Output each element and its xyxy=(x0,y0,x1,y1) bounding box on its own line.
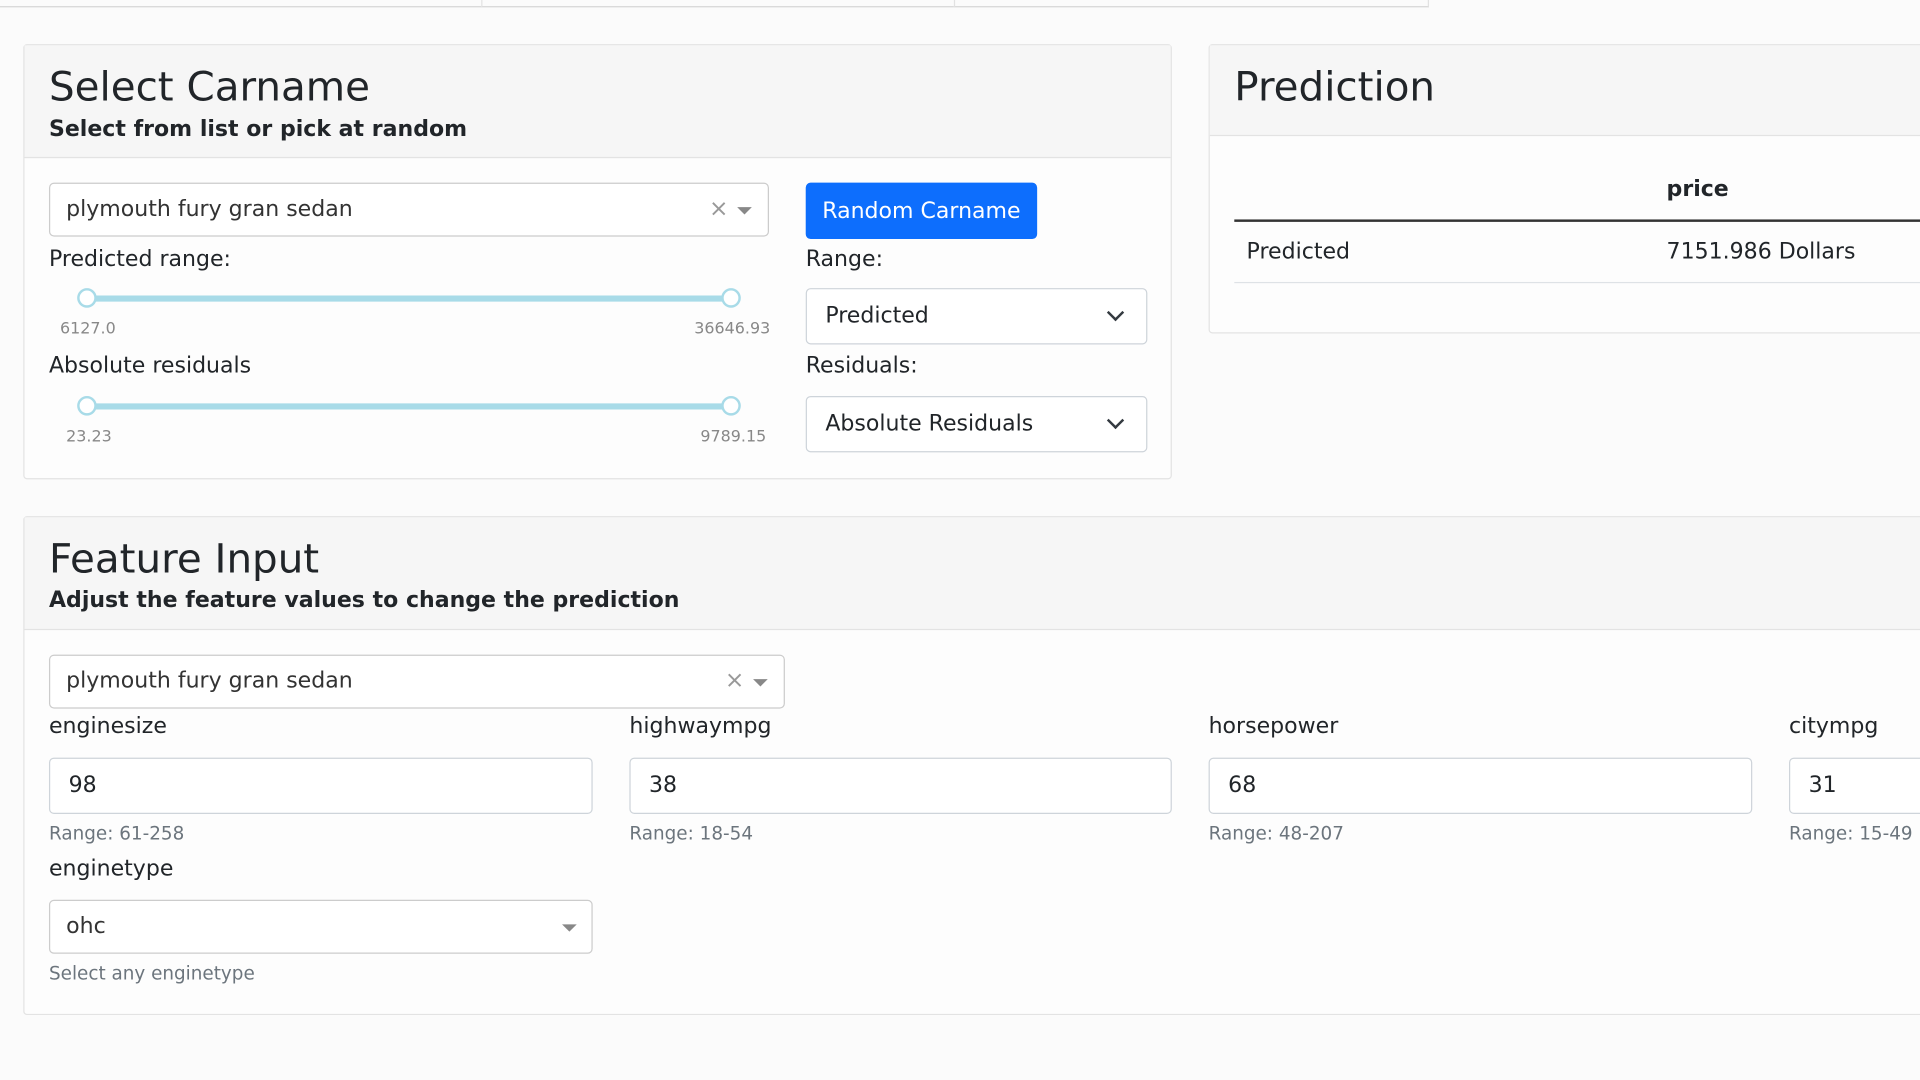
carname-dropdown[interactable]: plymouth fury gran sedan × xyxy=(48,182,769,237)
slider-track[interactable] xyxy=(86,403,732,410)
card-title: Feature Input xyxy=(48,534,320,583)
random-carname-button[interactable]: Random Carname xyxy=(805,182,1038,240)
table-cell-value: 7151.986 Dollars xyxy=(1666,239,1856,265)
slider-handle-max[interactable] xyxy=(721,395,741,416)
horsepower-value: 68 xyxy=(1228,772,1257,799)
slider-handle-min[interactable] xyxy=(77,288,97,308)
enginetype-hint: Select any enginetype xyxy=(48,962,255,985)
citympg-label: citympg xyxy=(1788,713,1879,740)
chevron-down-icon xyxy=(1106,303,1125,322)
card-title: Prediction xyxy=(1234,62,1436,111)
slider-handle-min[interactable] xyxy=(77,395,97,416)
horsepower-input[interactable]: 68 xyxy=(1208,757,1753,814)
highwaympg-input[interactable]: 38 xyxy=(629,757,1172,814)
table-row-divider xyxy=(1234,281,1920,284)
absolute-residuals-label: Absolute residuals xyxy=(48,353,252,379)
horsepower-label: horsepower xyxy=(1208,713,1339,740)
prediction-card: Prediction price Predicted 7151.986 Doll… xyxy=(1208,44,1920,334)
feature-carname-dropdown[interactable]: plymouth fury gran sedan × xyxy=(48,654,785,709)
clear-icon[interactable]: × xyxy=(725,667,744,694)
slider-handle-max[interactable] xyxy=(721,288,741,308)
select-carname-header: Select Carname Select from list or pick … xyxy=(24,45,1171,159)
residuals-select-value: Absolute Residuals xyxy=(825,410,1034,437)
horsepower-range-hint: Range: 48-207 xyxy=(1208,822,1344,845)
residuals-select[interactable]: Absolute Residuals xyxy=(805,395,1148,453)
enginesize-input[interactable]: 98 xyxy=(48,757,593,814)
enginetype-label: enginetype xyxy=(48,855,174,882)
caret-down-icon[interactable] xyxy=(562,924,577,932)
citympg-input[interactable]: 31 xyxy=(1788,757,1920,814)
slider-track[interactable] xyxy=(86,295,732,302)
table-header-price: price xyxy=(1666,176,1729,203)
card-subtitle: Select from list or pick at random xyxy=(48,116,468,143)
enginetype-value: ohc xyxy=(66,913,106,940)
top-tab-1[interactable] xyxy=(0,0,482,8)
slider-min-mark: 6127.0 xyxy=(60,319,116,339)
residuals-label: Residuals: xyxy=(805,353,918,379)
predicted-range-label: Predicted range: xyxy=(48,246,231,273)
citympg-value: 31 xyxy=(1808,772,1837,799)
top-tab-3[interactable] xyxy=(953,0,1429,8)
enginesize-range-hint: Range: 61-258 xyxy=(48,822,185,845)
enginesize-label: enginesize xyxy=(48,713,167,740)
carname-dropdown-value: plymouth fury gran sedan xyxy=(66,196,353,222)
range-select-value: Predicted xyxy=(825,302,929,329)
top-tab-2[interactable] xyxy=(481,0,954,8)
caret-down-icon[interactable] xyxy=(753,679,768,687)
enginetype-select[interactable]: ohc xyxy=(48,899,593,954)
caret-down-icon[interactable] xyxy=(737,207,752,215)
feature-input-card: Feature Input Adjust the feature values … xyxy=(23,516,1920,1016)
slider-max-mark: 36646.93 xyxy=(694,319,771,339)
citympg-range-hint: Range: 15-49 xyxy=(1788,822,1913,845)
card-subtitle: Adjust the feature values to change the … xyxy=(48,587,680,613)
highwaympg-value: 38 xyxy=(648,772,678,799)
slider-min-mark: 23.23 xyxy=(66,427,112,447)
carname-dropdown-value: plymouth fury gran sedan xyxy=(66,668,353,694)
feature-input-header: Feature Input Adjust the feature values … xyxy=(24,517,1920,631)
top-tab-strip xyxy=(0,0,1920,8)
highwaympg-label: highwaympg xyxy=(629,713,772,740)
clear-icon[interactable]: × xyxy=(709,195,728,222)
highwaympg-range-hint: Range: 18-54 xyxy=(629,822,754,845)
table-header-divider xyxy=(1234,219,1920,222)
slider-max-mark: 9789.15 xyxy=(700,427,767,447)
card-title: Select Carname xyxy=(48,62,370,111)
select-carname-card: Select Carname Select from list or pick … xyxy=(23,44,1172,480)
table-cell-label: Predicted xyxy=(1246,239,1351,265)
prediction-header: Prediction xyxy=(1209,45,1920,137)
range-select[interactable]: Predicted xyxy=(805,288,1148,345)
chevron-down-icon xyxy=(1106,411,1125,430)
range-label: Range: xyxy=(805,246,884,273)
enginesize-value: 98 xyxy=(68,772,97,799)
